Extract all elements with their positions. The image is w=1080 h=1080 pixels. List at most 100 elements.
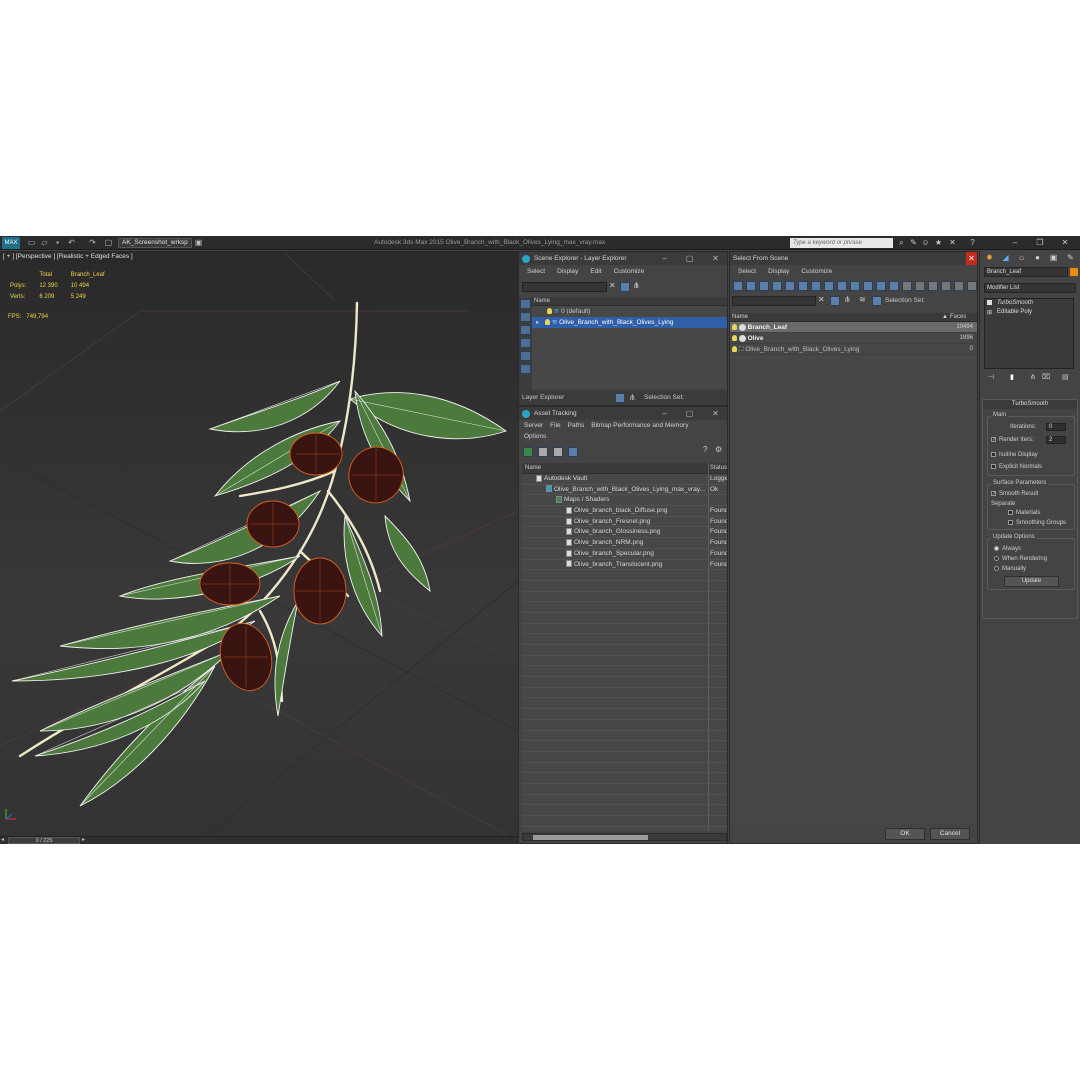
restore-button[interactable]: ❐ [1033,237,1047,249]
se-layer-tool-icon[interactable]: ⋔ [633,281,640,290]
when-rendering-option[interactable]: When Rendering [994,555,1047,563]
smooth-result-option[interactable]: ✓ Smooth Result [991,490,1038,498]
next-frame-icon[interactable]: ▸ [82,837,88,844]
table-row[interactable]: Olive 1896 [730,333,977,344]
pin-stack-icon[interactable]: ⊣ [988,373,994,381]
materials-option[interactable]: Materials [1008,509,1040,517]
sfs-filter-icon[interactable] [830,296,840,306]
table-row[interactable]: Olive_branch_Specular.png Found [522,549,727,560]
sfs-sort-icon[interactable]: ▲ [942,313,948,322]
search-input[interactable]: Type a keyword or phrase [790,238,893,248]
make-unique-icon[interactable]: ⋔ [1030,373,1036,381]
remove-modifier-icon[interactable]: ⌧ [1042,373,1050,381]
sfs-filter-cameras-icon[interactable] [772,281,782,291]
lightbulb-icon[interactable] [732,324,737,331]
smoothing-groups-option[interactable]: Smoothing Groups [1008,519,1066,527]
binoculars-icon[interactable]: ⌕ [897,238,906,248]
at-settings-icon[interactable]: ⚙ [715,445,722,454]
checkbox[interactable] [991,451,996,457]
se-footer-layers-icon[interactable] [615,393,625,403]
table-row-selected[interactable]: Branch_Leaf 10494 [730,322,977,333]
sfs-selset-icon[interactable] [872,296,882,306]
cancel-button[interactable]: Cancel [930,828,970,840]
at-menu-file[interactable]: File [550,420,560,431]
lightbulb-icon[interactable] [545,319,551,326]
radio-selected[interactable] [994,545,999,551]
minimize-button[interactable]: – [1008,237,1022,249]
iterations-spinner[interactable]: 0 [1046,423,1066,431]
at-table-icon[interactable] [553,447,563,457]
sfs-filter-hidden-icon[interactable] [876,281,886,291]
radio[interactable] [994,555,999,561]
expand-arrow-icon[interactable]: ▸ [536,319,539,326]
se-display-all-icon[interactable] [520,364,531,374]
undo-icon[interactable]: ↶ [67,238,76,247]
perspective-viewport[interactable]: [ + ] [Perspective ] [Realistic + Edged … [0,251,518,837]
layer-explorer-dropdown[interactable]: Layer Explorer [522,394,564,401]
asset-name-column[interactable]: Name [522,465,541,471]
checkbox[interactable] [1008,509,1013,515]
sfs-filter-geometry-icon[interactable] [733,281,743,291]
se-display-cameras-icon[interactable] [520,338,531,348]
sfs-filter-options-icon[interactable] [967,281,977,291]
olive-branch-model[interactable] [0,251,518,837]
object-name-field[interactable]: Branch_Leaf [984,267,1068,277]
help-icon[interactable]: ? [968,238,977,248]
close-button[interactable]: ✕ [1058,237,1072,249]
at-menu-bitmap[interactable]: Bitmap Performance and Memory [591,420,688,431]
sfs-filter-groups-icon[interactable] [811,281,821,291]
checkbox[interactable] [1008,519,1013,525]
lightbulb-icon[interactable] [547,308,552,315]
se-footer-hierarchy-icon[interactable]: ⋔ [629,390,636,405]
at-help-icon[interactable]: ? [703,445,707,454]
sfs-close-button[interactable]: ✕ [966,252,977,265]
lightbulb-icon[interactable] [732,335,737,342]
se-menu-edit[interactable]: Edit [590,265,601,279]
new-file-icon[interactable]: ▭ [27,238,36,247]
scrollbar-thumb[interactable] [533,835,648,840]
open-file-icon[interactable]: ▱ [40,238,49,247]
update-button[interactable]: Update [1004,576,1059,587]
sfs-filter-display-children-icon[interactable] [928,281,938,291]
at-checkout-icon[interactable] [538,447,548,457]
table-row[interactable]: ⛶ Olive_Branch_with_Black_Olives_Lying 0 [730,344,977,355]
sfs-layers-icon[interactable]: ≋ [859,295,866,304]
table-row[interactable]: Maps / Shaders [522,495,727,507]
sfs-name-column[interactable]: Name [730,314,748,320]
motion-tab-icon[interactable]: ● [1032,252,1043,263]
se-filter-input[interactable] [522,282,607,292]
stack-item-editable-poly[interactable]: ⊞ Editable Poly [985,308,1073,317]
sfs-filter-shapes-icon[interactable] [746,281,756,291]
manually-option[interactable]: Manually [994,565,1026,573]
save-file-icon[interactable]: ▪ [53,238,62,247]
sfs-menu-customize[interactable]: Customize [801,265,832,279]
list-item[interactable]: ≋ 0 (default) [532,306,727,317]
se-filter-icon[interactable] [620,282,630,292]
se-menu-customize[interactable]: Customize [614,265,645,279]
list-item-selected[interactable]: ▸ ≋ Olive_Branch_with_Black_Olives_Lying [532,317,727,328]
expand-plus-icon[interactable]: ⊞ [987,309,992,318]
redo-icon[interactable]: ↷ [88,238,97,247]
modifier-list-dropdown[interactable]: Modifier List [984,283,1076,293]
lightbulb-icon[interactable] [732,346,737,353]
sfs-filter-bones-icon[interactable] [837,281,847,291]
modifier-toggle-icon[interactable] [987,300,992,305]
show-end-result-icon[interactable]: ▮ [1010,373,1014,381]
utilities-tab-icon[interactable]: ✎ [1065,252,1076,263]
at-close-button[interactable]: ✕ [709,407,722,420]
at-menu-paths[interactable]: Paths [568,420,585,431]
sfs-filter-lights-icon[interactable] [759,281,769,291]
se-menu-select[interactable]: Select [527,265,545,279]
time-slider[interactable]: 0 / 225 [8,837,80,844]
sfs-filter-containers-icon[interactable] [850,281,860,291]
table-row[interactable]: Olive_branch_Glossiness.png Found [522,527,727,539]
checkbox-checked[interactable]: ✓ [991,490,996,496]
create-tab-icon[interactable]: ✹ [984,252,995,263]
checkbox-checked[interactable]: ✓ [991,436,996,442]
layer-name-column[interactable]: Name [532,298,550,304]
se-menu-display[interactable]: Display [557,265,578,279]
checkbox[interactable] [991,463,996,469]
at-vault-icon[interactable] [523,447,533,457]
render-iters-spinner[interactable]: 2 [1046,436,1066,444]
sfs-hierarchy-icon[interactable]: ⋔ [844,295,851,304]
